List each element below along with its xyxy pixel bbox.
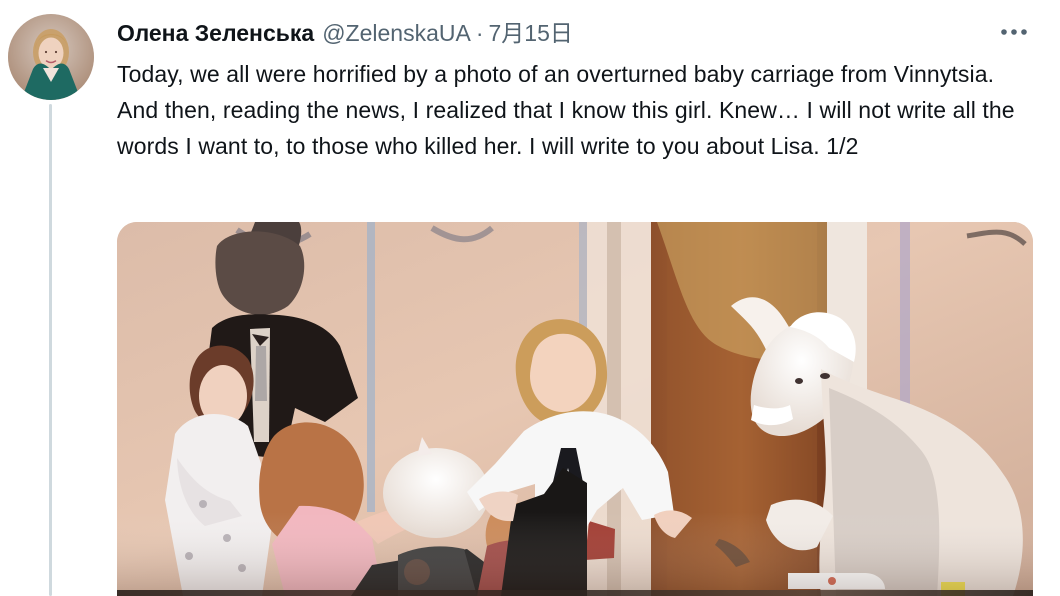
more-button[interactable]: [994, 17, 1034, 47]
tweet-content: Олена Зеленська @ZelenskaUA · 7月15日 Toda…: [90, 0, 1060, 596]
tweet-photo-scene: [117, 222, 1033, 596]
tweet-text: Today, we all were horrified by a photo …: [117, 61, 1015, 159]
more-horizontal-icon: [1001, 29, 1027, 35]
tweet[interactable]: Олена Зеленська @ZelenskaUA · 7月15日 Toda…: [0, 0, 1060, 596]
avatar[interactable]: [8, 14, 94, 100]
author-handle[interactable]: @ZelenskaUA: [322, 21, 471, 45]
header-separator: ·: [475, 19, 484, 46]
avatar-column: [0, 0, 94, 596]
author-name[interactable]: Олена Зеленська: [117, 21, 314, 45]
tweet-layout: Олена Зеленська @ZelenskaUA · 7月15日 Toda…: [0, 0, 1060, 596]
avatar-photo: [8, 14, 94, 100]
tweet-photo[interactable]: [117, 222, 1033, 596]
tweet-date[interactable]: 7月15日: [488, 21, 572, 45]
thread-line: [49, 104, 52, 596]
media-bottom-edge: [117, 590, 1033, 596]
tweet-header: Олена Зеленська @ZelenskaUA · 7月15日: [117, 15, 1034, 51]
